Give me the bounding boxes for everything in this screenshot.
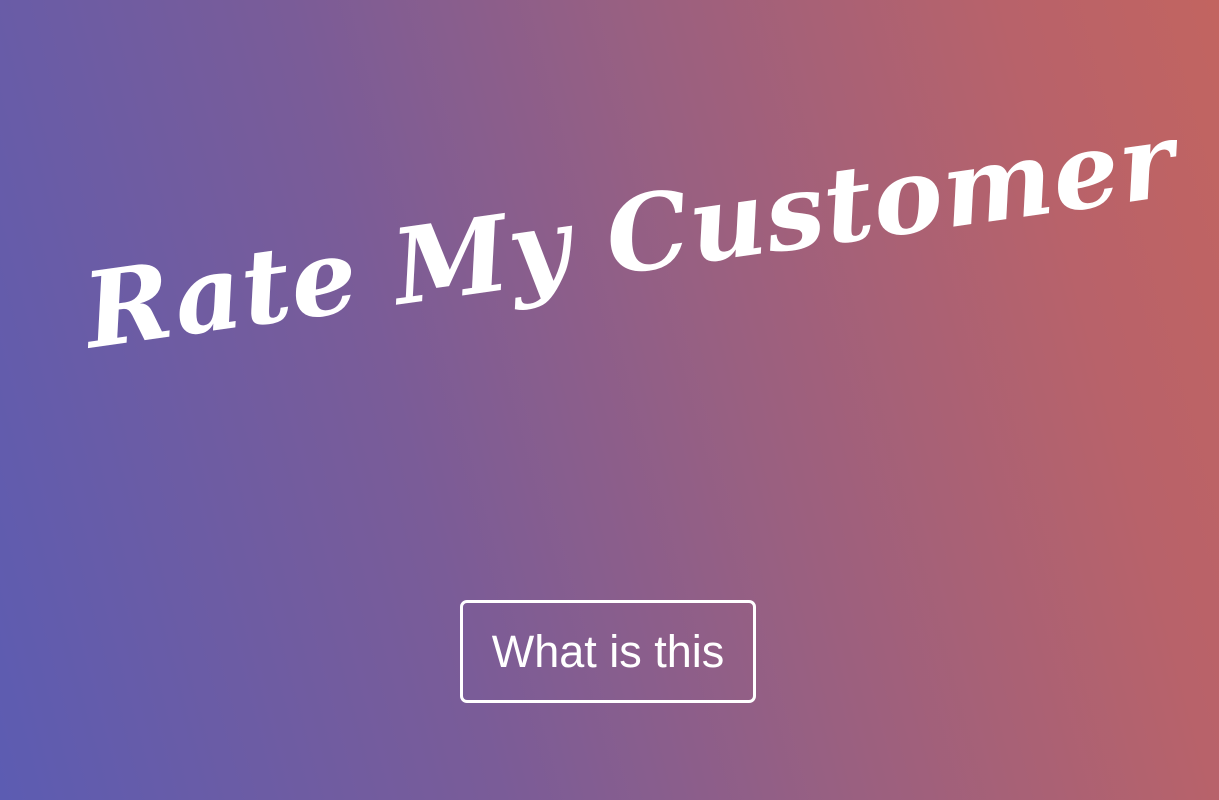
- what-is-this-button[interactable]: What is this: [460, 600, 756, 703]
- site-title: Rate My Customer: [76, 97, 1183, 373]
